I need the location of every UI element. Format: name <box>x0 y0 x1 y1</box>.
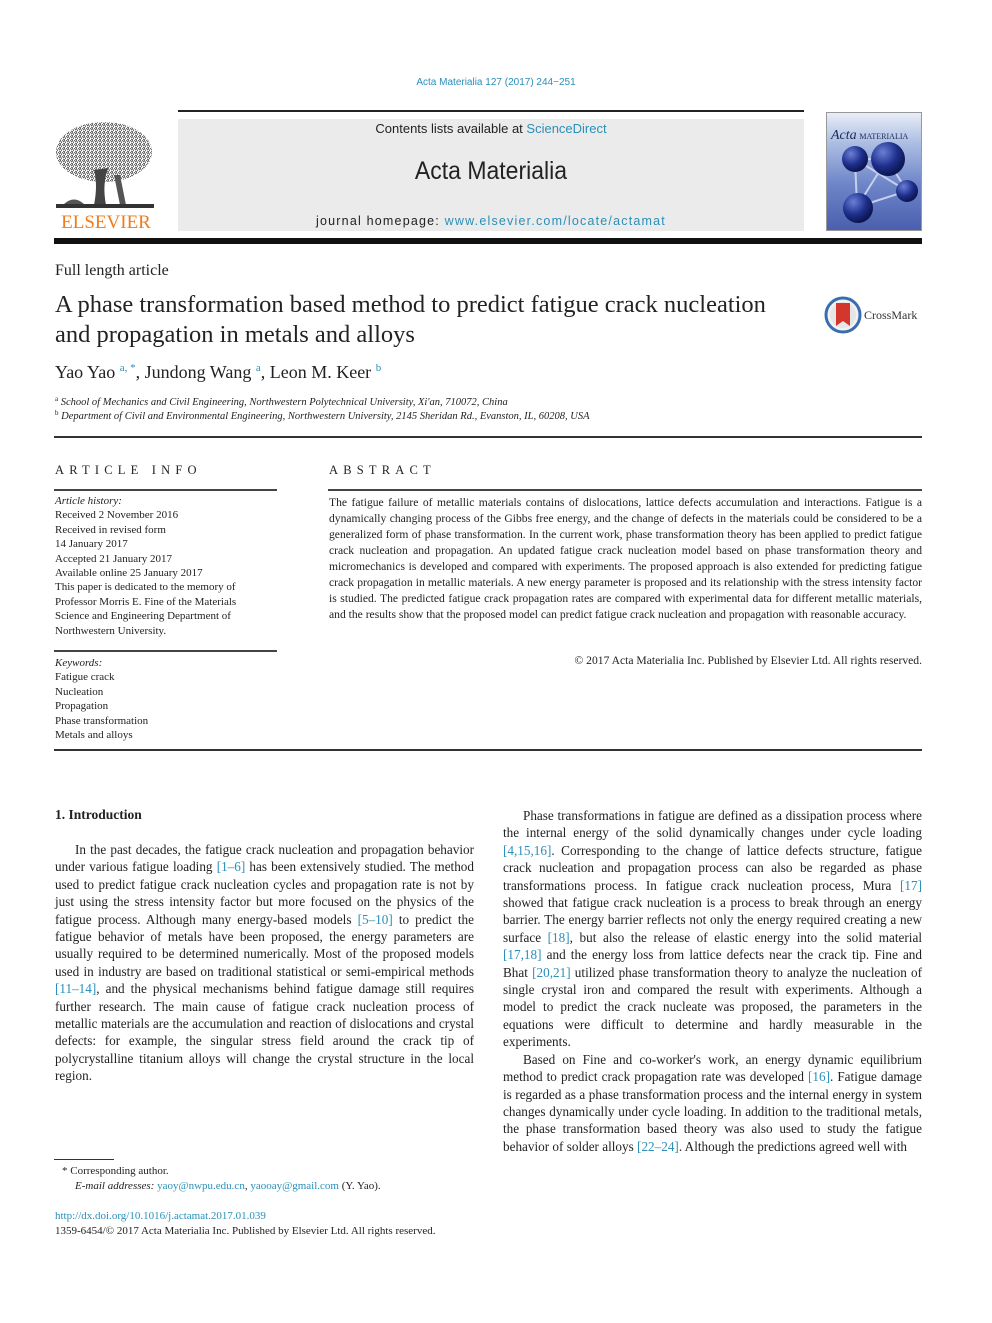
author-name[interactable]: Yao Yao <box>55 362 115 382</box>
citation-ref-link[interactable]: [17,18] <box>503 947 541 962</box>
keyword-item[interactable]: Nucleation <box>55 685 280 699</box>
citation-ref-link[interactable]: [18] <box>548 930 570 945</box>
body-text: , and the physical mechanisms behind fat… <box>55 981 474 1084</box>
body-text: Phase transformations in fatigue are def… <box>503 808 922 841</box>
journal-name: Acta Materialia <box>414 157 568 185</box>
header-top-rule <box>178 110 804 112</box>
history-entry: Received 2 November 2016 <box>55 509 179 522</box>
keywords-rule <box>54 650 277 652</box>
abstract-text: The fatigue failure of metallic material… <box>329 496 922 621</box>
history-entry: This paper is dedicated to the memory of <box>55 581 236 594</box>
keywords-label: Keywords: <box>55 657 103 669</box>
citation-ref-link[interactable]: [1–6] <box>217 859 246 874</box>
author-list: Yao Yao a, *, Jundong Wang a, Leon M. Ke… <box>55 362 382 382</box>
author-affiliation-marker[interactable]: b <box>376 362 382 374</box>
email-link[interactable]: yaoy@nwpu.edu.cn <box>157 1180 245 1192</box>
sciencedirect-link[interactable]: ScienceDirect <box>526 121 606 136</box>
homepage-line: journal homepage: www.elsevier.com/locat… <box>316 214 666 228</box>
body-paragraph: Based on Fine and co-worker's work, an e… <box>503 1051 922 1155</box>
journal-cover-thumbnail[interactable]: Acta MATERIALIA <box>826 112 922 231</box>
keyword-item[interactable]: Propagation <box>55 699 280 713</box>
citation-ref-link[interactable]: [17] <box>900 878 922 893</box>
history-entry: Accepted 21 January 2017 <box>55 552 172 565</box>
author-name[interactable]: Jundong Wang <box>145 362 252 382</box>
footnote-rule <box>54 1159 114 1160</box>
body-paragraph: In the past decades, the fatigue crack n… <box>55 841 474 1085</box>
citation-ref-link[interactable]: [11–14] <box>55 981 96 996</box>
body-text: , but also the release of elastic energy… <box>569 929 922 945</box>
crossmark-badge[interactable]: CrossMark <box>824 296 924 336</box>
article-history-label: Article history: <box>55 495 122 507</box>
doi-link[interactable]: http://dx.doi.org/10.1016/j.actamat.2017… <box>55 1210 266 1222</box>
citation-ref-link[interactable]: [4,15,16] <box>503 843 551 858</box>
article-info-heading: ARTICLE INFO <box>55 463 202 477</box>
history-entry: 14 January 2017 <box>55 538 128 551</box>
journal-masthead: Contents lists available at ScienceDirec… <box>178 119 804 231</box>
keywords-block: Keywords: Fatigue crack Nucleation Propaga… <box>55 656 280 742</box>
author-affiliation-marker[interactable]: a, * <box>120 362 136 374</box>
keyword-item[interactable]: Metals and alloys <box>55 728 280 742</box>
history-entry: Northwestern University. <box>55 624 167 637</box>
history-entry: Science and Engineering Department of <box>55 610 231 623</box>
section-heading-introduction: 1. Introduction <box>55 807 142 822</box>
contents-line: Contents lists available at ScienceDirec… <box>375 121 607 136</box>
citation-ref-link[interactable]: [16] <box>808 1069 830 1084</box>
citation-ref-link[interactable]: [5–10] <box>358 912 393 927</box>
header-thick-rule <box>54 238 922 244</box>
body-text: . Although the predictions agreed well w… <box>678 1138 907 1154</box>
body-paragraph: Phase transformations in fatigue are def… <box>503 807 922 1051</box>
history-entry: Received in revised form <box>55 523 166 536</box>
citation-ref-link[interactable]: [20,21] <box>532 965 570 980</box>
body-column-left: In the past decades, the fatigue crack n… <box>55 841 474 1085</box>
body-column-right: Phase transformations in fatigue are def… <box>503 807 922 1155</box>
corresponding-author-note: * Corresponding author. <box>62 1165 169 1177</box>
crossmark-label: CrossMark <box>864 308 918 322</box>
article-type: Full length article <box>55 262 169 279</box>
body-text: . Corresponding to the change of lattice… <box>503 842 922 893</box>
affiliation-a: a School of Mechanics and Civil Engineer… <box>55 395 508 408</box>
article-info-rule <box>54 489 277 491</box>
abstract-rule <box>328 489 922 491</box>
journal-homepage-link[interactable]: www.elsevier.com/locate/actamat <box>445 214 666 228</box>
history-entry: Professor Morris E. Fine of the Material… <box>55 595 237 608</box>
elsevier-wordmark: ELSEVIER <box>61 212 151 233</box>
abstract-heading: ABSTRACT <box>329 463 436 477</box>
email-addresses: E-mail addresses: yaoy@nwpu.edu.cn, yaoo… <box>75 1180 381 1192</box>
keyword-item[interactable]: Fatigue crack <box>55 670 280 684</box>
issn-copyright: 1359-6454/© 2017 Acta Materialia Inc. Pu… <box>55 1225 436 1237</box>
section-divider <box>54 749 922 751</box>
history-entry: Available online 25 January 2017 <box>55 567 203 580</box>
author-name[interactable]: Leon M. Keer <box>270 362 371 382</box>
crossmark-icon <box>824 296 862 334</box>
abstract-copyright: © 2017 Acta Materialia Inc. Published by… <box>574 654 922 667</box>
article-history: Article history: Received 2 November 201… <box>55 494 280 638</box>
section-divider <box>54 436 922 438</box>
article-title: A phase transformation based method to p… <box>55 291 766 348</box>
citation-ref-link[interactable]: [22–24] <box>637 1139 679 1154</box>
keyword-item[interactable]: Phase transformation <box>55 714 280 728</box>
affiliation-b: b Department of Civil and Environmental … <box>55 409 590 422</box>
email-link[interactable]: yaooay@gmail.com <box>250 1180 339 1192</box>
journal-citation-link[interactable]: Acta Materialia 127 (2017) 244−251 <box>0 77 992 88</box>
cover-network-graphic <box>842 142 918 223</box>
